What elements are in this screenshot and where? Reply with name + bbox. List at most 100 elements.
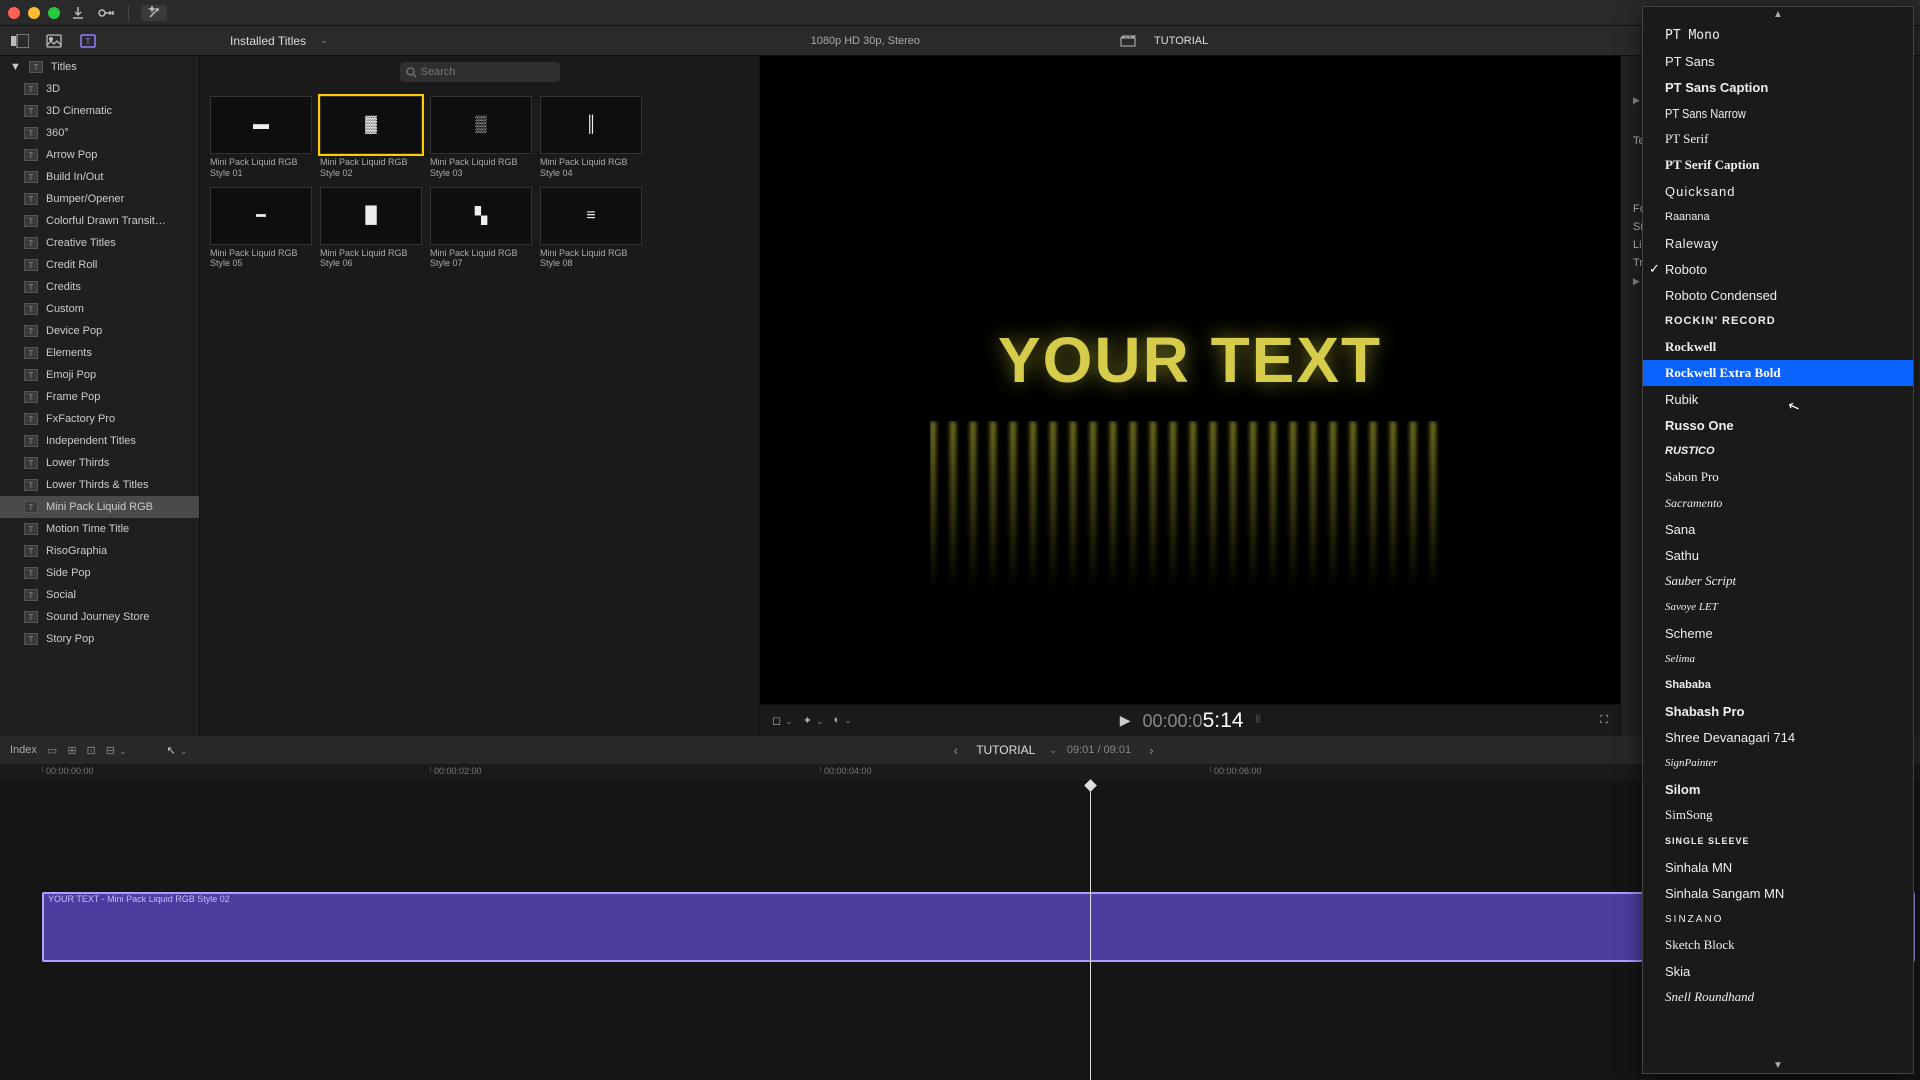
enhance-icon[interactable] [141, 5, 167, 21]
sidebar-item[interactable]: T3D [0, 78, 199, 100]
font-option[interactable]: Skia [1643, 958, 1913, 984]
sidebar-item[interactable]: TEmoji Pop [0, 364, 199, 386]
sidebar-item[interactable]: TFrame Pop [0, 386, 199, 408]
font-option[interactable]: Sauber Script [1643, 568, 1913, 594]
scroll-down-arrow-icon[interactable]: ▼ [1643, 1058, 1913, 1073]
keyword-icon[interactable] [96, 5, 116, 21]
timeline-prev-icon[interactable]: ‹ [946, 742, 967, 758]
font-option[interactable]: SINGLE SLEEVE [1643, 828, 1913, 854]
font-option[interactable]: Shabash Pro [1643, 698, 1913, 724]
title-thumbnail[interactable]: ▬Mini Pack Liquid RGB Style 01 [210, 96, 312, 179]
close-window-button[interactable] [8, 7, 20, 19]
select-tool-icon[interactable]: ↖⌄ [167, 744, 188, 757]
title-thumbnail[interactable]: ║Mini Pack Liquid RGB Style 04 [540, 96, 642, 179]
index-button[interactable]: Index [10, 744, 37, 756]
sidebar-item[interactable]: TSound Journey Store [0, 606, 199, 628]
sidebar-item[interactable]: TIndependent Titles [0, 430, 199, 452]
timeline-tool-2[interactable]: ⊞ [67, 744, 76, 757]
font-option[interactable]: PT Mono [1643, 22, 1913, 48]
font-option[interactable]: Sacramento [1643, 490, 1913, 516]
timeline-ruler[interactable]: 00:00:00:0000:00:02:0000:00:04:0000:00:0… [0, 764, 1920, 782]
font-option[interactable]: PT Sans [1643, 48, 1913, 74]
timeline-clip[interactable]: YOUR TEXT - Mini Pack Liquid RGB Style 0… [42, 892, 1915, 962]
titles-browser-icon[interactable]: T [76, 30, 100, 52]
disclosure-triangle-icon[interactable]: ▼ [10, 61, 21, 73]
title-thumbnail[interactable]: ▚Mini Pack Liquid RGB Style 07 [430, 187, 532, 270]
font-option[interactable]: Russo One [1643, 412, 1913, 438]
sidebar-item[interactable]: TArrow Pop [0, 144, 199, 166]
import-icon[interactable] [68, 5, 88, 21]
font-option[interactable]: PT Serif Caption [1643, 152, 1913, 178]
search-input[interactable]: Search [400, 62, 560, 82]
minimize-window-button[interactable] [28, 7, 40, 19]
font-dropdown[interactable]: ▲ PT MonoPT SansPT Sans CaptionPT Sans N… [1642, 6, 1914, 1074]
font-option[interactable]: Shree Devanagari 714 [1643, 724, 1913, 750]
disclosure-triangle-icon[interactable]: ▶ [1633, 95, 1640, 106]
font-option[interactable]: Roboto Condensed [1643, 282, 1913, 308]
sidebar-item[interactable]: TFxFactory Pro [0, 408, 199, 430]
sidebar-item[interactable]: TSide Pop [0, 562, 199, 584]
font-option[interactable]: Sathu [1643, 542, 1913, 568]
font-option[interactable]: SignPainter [1643, 750, 1913, 776]
timeline-next-icon[interactable]: › [1141, 742, 1162, 758]
font-option[interactable]: Savoye LET [1643, 594, 1913, 620]
title-thumbnail[interactable]: ≡Mini Pack Liquid RGB Style 08 [540, 187, 642, 270]
font-option[interactable]: PT Sans Narrow [1643, 100, 1913, 126]
title-thumbnail[interactable]: ━Mini Pack Liquid RGB Style 05 [210, 187, 312, 270]
scroll-up-arrow-icon[interactable]: ▲ [1643, 7, 1913, 22]
browser-title[interactable]: Installed Titles [230, 34, 306, 48]
playhead[interactable] [1090, 782, 1091, 1080]
sidebar-item[interactable]: TSocial [0, 584, 199, 606]
title-thumbnail[interactable]: █Mini Pack Liquid RGB Style 06 [320, 187, 422, 270]
font-option[interactable]: Sana [1643, 516, 1913, 542]
sidebar-item[interactable]: TStory Pop [0, 628, 199, 650]
photos-icon[interactable] [42, 30, 66, 52]
sidebar-item[interactable]: TMini Pack Liquid RGB [0, 496, 199, 518]
sidebar-item[interactable]: TCustom [0, 298, 199, 320]
font-option[interactable]: Scheme [1643, 620, 1913, 646]
sidebar-item[interactable]: TDevice Pop [0, 320, 199, 342]
sidebar-item[interactable]: TMotion Time Title [0, 518, 199, 540]
timeline-tool-3[interactable]: ⊡ [87, 744, 96, 757]
title-thumbnail[interactable]: ▒Mini Pack Liquid RGB Style 03 [430, 96, 532, 179]
play-button[interactable]: ▶ [1120, 712, 1131, 729]
font-option[interactable]: Silom [1643, 776, 1913, 802]
sidebar-item[interactable]: TBumper/Opener [0, 188, 199, 210]
sidebar-item[interactable]: TRisoGraphia [0, 540, 199, 562]
sidebar-item[interactable]: TCredit Roll [0, 254, 199, 276]
sidebar-item[interactable]: T3D Cinematic [0, 100, 199, 122]
font-option[interactable]: Raleway [1643, 230, 1913, 256]
sidebar-item[interactable]: T360° [0, 122, 199, 144]
timeline-tool-1[interactable]: ▭ [47, 744, 57, 757]
timeline-tracks[interactable]: YOUR TEXT - Mini Pack Liquid RGB Style 0… [0, 782, 1920, 1080]
font-option[interactable]: ROCKIN' RECORD [1643, 308, 1913, 334]
sidebar-item[interactable]: TCreative Titles [0, 232, 199, 254]
font-option[interactable]: Rockwell [1643, 334, 1913, 360]
font-option[interactable]: Sabon Pro [1643, 464, 1913, 490]
font-option[interactable]: PT Serif [1643, 126, 1913, 152]
font-option[interactable]: Rockwell Extra Bold [1643, 360, 1913, 386]
font-option[interactable]: Rubik [1643, 386, 1913, 412]
timecode-display[interactable]: 00:00:05:14 [1143, 709, 1244, 733]
font-option[interactable]: PT Sans Caption [1643, 74, 1913, 100]
font-option[interactable]: Sinhala MN [1643, 854, 1913, 880]
font-option[interactable]: Shababa [1643, 672, 1913, 698]
transform-tool-icon[interactable]: ◻⌄ [772, 714, 793, 727]
color-tool-icon[interactable]: ◐⌄ [833, 714, 851, 727]
viewer-canvas[interactable]: YOUR TEXT [770, 126, 1610, 694]
font-option[interactable]: Selima [1643, 646, 1913, 672]
sidebar-item[interactable]: TColorful Drawn Transit… [0, 210, 199, 232]
sidebar-item[interactable]: TElements [0, 342, 199, 364]
loop-icon[interactable]: ⦀ [1255, 714, 1260, 727]
font-option[interactable]: Raanana [1643, 204, 1913, 230]
font-option[interactable]: RUSTICO [1643, 438, 1913, 464]
sidebar-item[interactable]: TCredits [0, 276, 199, 298]
font-option[interactable]: Roboto [1643, 256, 1913, 282]
timeline-tool-4[interactable]: ⊟⌄ [106, 744, 127, 757]
font-option[interactable]: Sketch Block [1643, 932, 1913, 958]
project-name[interactable]: TUTORIAL [1154, 35, 1208, 47]
font-option[interactable]: Sinhala Sangam MN [1643, 880, 1913, 906]
fullscreen-window-button[interactable] [48, 7, 60, 19]
crop-tool-icon[interactable]: ✦⌄ [803, 714, 824, 727]
sidebar-item[interactable]: TLower Thirds [0, 452, 199, 474]
